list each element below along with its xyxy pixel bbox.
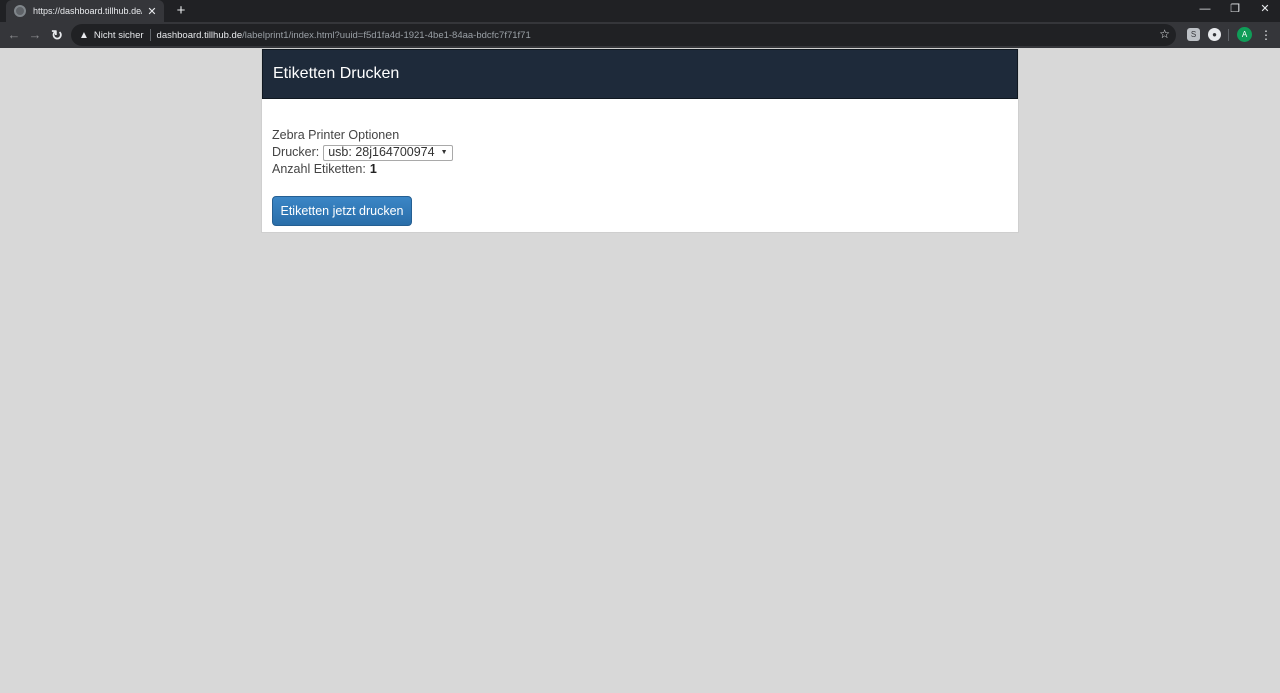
panel-header: Etiketten Drucken [262,49,1018,99]
close-window-icon[interactable]: ✕ [1250,0,1280,22]
tab-title: https://dashboard.tillhub.de/labelprint1… [33,6,142,16]
back-arrow-icon[interactable]: ← [4,25,24,45]
page-title: Etiketten Drucken [273,65,400,82]
bookmark-star-icon[interactable]: ☆ [1159,27,1170,41]
globe-icon [14,5,26,17]
printer-selected-value: usb: 28j164700974 [328,145,435,159]
tab-bar: https://dashboard.tillhub.de/labelprint1… [0,0,1280,22]
browser-tab[interactable]: https://dashboard.tillhub.de/labelprint1… [6,0,164,22]
minimize-icon[interactable]: — [1190,0,1220,22]
profile-avatar[interactable]: A [1237,27,1252,42]
warning-icon[interactable]: ▲ [79,30,89,41]
toolbar-divider [1228,29,1229,41]
kebab-menu-icon[interactable]: ⋮ [1259,25,1273,45]
panel-body: Zebra Printer Optionen Drucker: usb: 28j… [262,99,1018,226]
restore-icon[interactable]: ❐ [1220,0,1250,22]
label-print-panel: Etiketten Drucken Zebra Printer Optionen… [261,48,1019,233]
count-row: Anzahl Etiketten: 1 [272,161,1008,178]
extension-circle-icon[interactable]: ● [1208,28,1221,41]
url-path[interactable]: /labelprint1/index.html?uuid=f5d1fa4d-19… [242,30,531,41]
window-controls: — ❐ ✕ [1190,0,1280,22]
address-bar[interactable]: ▲ Nicht sicher dashboard.tillhub.de /lab… [71,24,1176,46]
count-value: 1 [369,162,377,176]
dropdown-arrow-icon: ▼ [440,149,448,156]
reload-icon[interactable]: ↻ [47,25,67,45]
print-labels-button[interactable]: Etiketten jetzt drucken [272,196,412,226]
count-label: Anzahl Etiketten: [272,162,366,176]
url-host[interactable]: dashboard.tillhub.de [157,30,243,41]
printer-row: Drucker: usb: 28j164700974 ▼ [272,144,1008,161]
security-label[interactable]: Nicht sicher [94,30,144,41]
omnibox-divider [149,29,151,41]
printer-label: Drucker: [272,145,320,159]
section-label: Zebra Printer Optionen [272,128,400,142]
printer-select[interactable]: usb: 28j164700974 ▼ [323,144,453,161]
extension-s-icon[interactable]: S [1187,28,1200,41]
forward-arrow-icon[interactable]: → [25,25,45,45]
new-tab-button[interactable]: + [172,2,190,20]
browser-toolbar: ← → ↻ ▲ Nicht sicher dashboard.tillhub.d… [0,22,1280,48]
tab-close-button[interactable]: ✕ [146,5,158,18]
